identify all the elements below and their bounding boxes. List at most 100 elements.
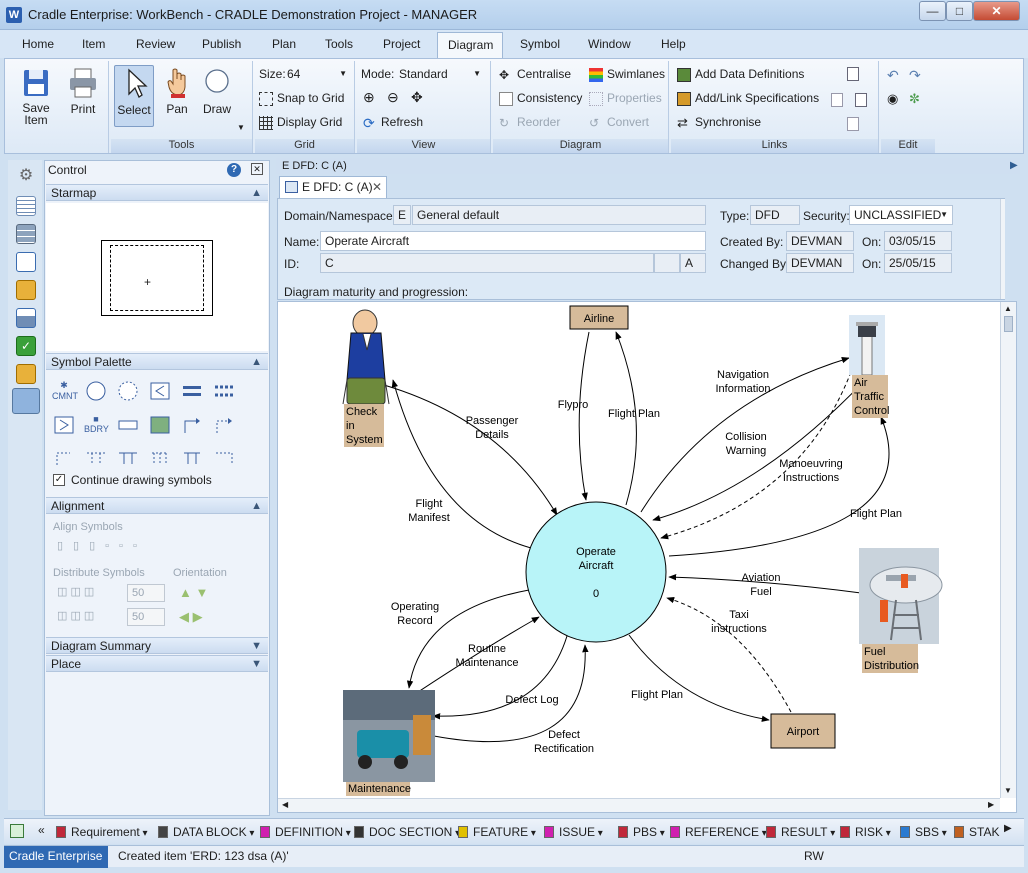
vertical-spacing-field[interactable]: 50 bbox=[127, 608, 165, 626]
diagram-canvas[interactable]: Operate Aircraft 0 Airline Airport Check… bbox=[277, 301, 1017, 813]
scroll-down-icon[interactable]: ▼ bbox=[1004, 786, 1012, 795]
database-icon[interactable] bbox=[16, 280, 36, 300]
loop-flow-symbol[interactable] bbox=[211, 445, 237, 467]
document-icon[interactable] bbox=[847, 67, 859, 81]
list-icon[interactable] bbox=[16, 196, 36, 216]
process-symbol[interactable] bbox=[83, 379, 109, 401]
dropdown-arrow-icon[interactable]: ▾ bbox=[343, 828, 351, 839]
properties-button[interactable]: Properties bbox=[589, 87, 662, 109]
dropdown-arrow-icon[interactable]: ▾ bbox=[528, 828, 536, 839]
tab-diagram[interactable]: Diagram bbox=[437, 32, 503, 58]
tab-home[interactable]: Home bbox=[12, 30, 64, 58]
add-data-definitions-button[interactable]: Add Data Definitions bbox=[677, 63, 804, 85]
tab-symbol[interactable]: Symbol bbox=[510, 30, 570, 58]
dashed-flow-symbol[interactable] bbox=[211, 413, 237, 435]
stack-icon[interactable] bbox=[16, 224, 36, 244]
gear-icon[interactable]: ⚙ bbox=[16, 166, 36, 186]
undo-icon[interactable]: ↶ bbox=[887, 67, 899, 84]
checkin-figure-icon[interactable] bbox=[342, 309, 390, 405]
new-document-icon[interactable] bbox=[855, 93, 867, 107]
scroll-left-icon[interactable]: « bbox=[38, 823, 45, 837]
chevron-right-icon[interactable]: ▶ bbox=[1010, 160, 1018, 171]
tab-plan[interactable]: Plan bbox=[262, 30, 306, 58]
dropdown-arrow-icon[interactable]: ▼ bbox=[237, 123, 245, 132]
mode-select[interactable]: Standard ▼ bbox=[399, 65, 485, 83]
link-document-icon[interactable] bbox=[831, 93, 843, 107]
consistency-button[interactable]: Consistency bbox=[499, 87, 582, 109]
scroll-left-icon[interactable]: ◀ bbox=[282, 800, 288, 809]
minimize-button[interactable]: — bbox=[919, 1, 946, 21]
tab-window[interactable]: Window bbox=[578, 30, 641, 58]
dropdown-arrow-icon[interactable]: ▾ bbox=[939, 828, 947, 839]
flow-flight-plan-airport[interactable] bbox=[628, 634, 770, 722]
dropdown-arrow-icon[interactable]: ▾ bbox=[247, 828, 254, 839]
dashed-process-symbol[interactable] bbox=[115, 379, 141, 401]
tab-item[interactable]: Item bbox=[72, 30, 115, 58]
nav-item-data-block[interactable]: DATA BLOCK ▾ bbox=[158, 823, 254, 841]
nav-item-sbs[interactable]: SBS ▾ bbox=[900, 823, 947, 841]
created-on-field[interactable]: 03/05/15 bbox=[884, 231, 952, 251]
convert-button[interactable]: ↺ Convert bbox=[589, 111, 649, 133]
reorder-button[interactable]: ↻ Reorder bbox=[499, 111, 560, 133]
swimlanes-button[interactable]: Swimlanes bbox=[589, 63, 665, 85]
calendar-icon[interactable] bbox=[16, 252, 36, 272]
branch-flow-symbol[interactable] bbox=[179, 445, 205, 467]
continue-drawing-checkbox[interactable]: ✓ bbox=[53, 474, 65, 486]
scroll-up-icon[interactable]: ▲ bbox=[1004, 304, 1012, 313]
scroll-right-icon[interactable]: ▶ bbox=[988, 800, 994, 809]
changed-by-field[interactable]: DEVMAN bbox=[786, 253, 854, 273]
domain-name-field[interactable]: General default bbox=[412, 205, 706, 225]
draw-button[interactable]: Draw bbox=[197, 65, 237, 116]
replace-icon[interactable]: ✼ bbox=[909, 91, 920, 107]
display-grid-button[interactable]: Display Grid bbox=[259, 111, 342, 133]
redo-icon[interactable]: ↷ bbox=[909, 67, 921, 84]
dropdown-arrow-icon[interactable]: ▾ bbox=[140, 828, 147, 839]
hierarchy-icon[interactable] bbox=[16, 308, 36, 328]
maximize-button[interactable]: □ bbox=[946, 1, 973, 21]
nav-item-feature[interactable]: FEATURE ▾ bbox=[458, 823, 536, 841]
tab-tools[interactable]: Tools bbox=[315, 30, 363, 58]
place-header[interactable]: Place ▼ bbox=[46, 655, 268, 672]
split-flow-symbol[interactable] bbox=[83, 445, 109, 467]
id-extra-field[interactable] bbox=[654, 253, 680, 273]
tab-help[interactable]: Help bbox=[651, 30, 696, 58]
starmap-header[interactable]: Starmap ▲ bbox=[46, 184, 268, 201]
multi-flow-symbol[interactable] bbox=[147, 445, 173, 467]
control-tower-icon[interactable] bbox=[849, 315, 885, 376]
centralise-button[interactable]: ✥ Centralise bbox=[499, 63, 571, 85]
grid-size-select[interactable]: 64 ▼ bbox=[287, 65, 351, 83]
scroll-right-icon[interactable]: ▶ bbox=[1004, 823, 1012, 834]
tab-review[interactable]: Review bbox=[126, 30, 185, 58]
input-symbol[interactable] bbox=[51, 413, 77, 435]
close-button[interactable]: ✕ bbox=[973, 1, 1020, 21]
rectangle-symbol[interactable] bbox=[115, 413, 141, 435]
alignment-header[interactable]: Alignment ▲ bbox=[46, 497, 268, 514]
starmap-view[interactable]: + bbox=[46, 203, 268, 351]
orientation-side-icon[interactable]: ◀ ▶ bbox=[179, 609, 203, 625]
store-symbol[interactable] bbox=[179, 379, 205, 401]
add-link-specifications-button[interactable]: Add/Link Specifications bbox=[677, 87, 819, 109]
close-tab-icon[interactable]: ✕ bbox=[372, 177, 382, 198]
nav-item-issue[interactable]: ISSUE ▾ bbox=[544, 823, 603, 841]
flow-flypro[interactable] bbox=[578, 331, 590, 501]
scroll-thumb[interactable] bbox=[1004, 316, 1013, 332]
image-symbol[interactable] bbox=[147, 413, 173, 435]
save-item-button[interactable]: Save Item bbox=[13, 67, 59, 126]
document-stack-icon[interactable] bbox=[847, 117, 859, 131]
terminator-symbol[interactable] bbox=[147, 379, 173, 401]
checklist-icon[interactable]: ✓ bbox=[16, 336, 36, 356]
orientation-up-icon[interactable]: ▲ ▼ bbox=[179, 585, 208, 600]
tab-project[interactable]: Project bbox=[373, 30, 430, 58]
id-field[interactable]: C bbox=[320, 253, 654, 273]
nav-item-pbs[interactable]: PBS ▾ bbox=[618, 823, 665, 841]
starmap-viewport[interactable]: + bbox=[101, 240, 213, 316]
flow-symbol[interactable] bbox=[179, 413, 205, 435]
fuel-distribution-image[interactable] bbox=[859, 548, 943, 644]
zoom-out-icon[interactable]: ⊖ bbox=[387, 89, 399, 106]
canvas-horizontal-scrollbar[interactable]: ◀ ▶ bbox=[278, 798, 1000, 812]
horizontal-spacing-field[interactable]: 50 bbox=[127, 584, 165, 602]
nav-item-risk[interactable]: RISK ▾ bbox=[840, 823, 891, 841]
nav-item-stak[interactable]: STAK bbox=[954, 823, 999, 841]
domain-code-field[interactable]: E bbox=[393, 205, 411, 225]
dropdown-arrow-icon[interactable]: ▾ bbox=[595, 828, 603, 839]
